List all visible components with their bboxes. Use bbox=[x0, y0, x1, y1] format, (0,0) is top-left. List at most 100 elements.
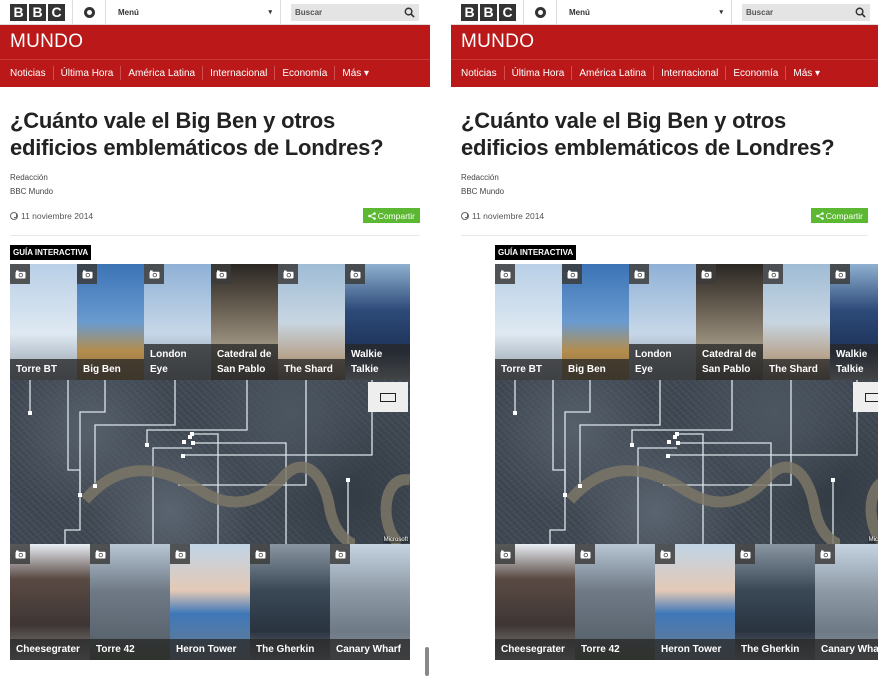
nav-item-internacional[interactable]: Internacional bbox=[210, 68, 267, 79]
landmark-tile-big-ben[interactable]: Big Ben bbox=[562, 264, 629, 380]
map-credit: Microsoft bbox=[867, 537, 878, 543]
photo-button[interactable] bbox=[144, 264, 164, 284]
photo-button[interactable] bbox=[345, 264, 365, 284]
bbc-logo[interactable]: B B C bbox=[10, 3, 65, 21]
photo-button[interactable] bbox=[495, 544, 515, 564]
minimap-viewport bbox=[865, 392, 878, 402]
landmark-tile-london-eye[interactable]: London Eye bbox=[629, 264, 696, 380]
scrollbar-thumb[interactable] bbox=[425, 647, 429, 676]
menu-button[interactable]: Menú ▾ bbox=[557, 8, 731, 17]
divider bbox=[280, 0, 281, 25]
landmark-tile-canary-wharf[interactable]: Canary Wharf bbox=[330, 544, 410, 660]
photo-button[interactable] bbox=[211, 264, 231, 284]
landmark-tile-torre-42[interactable]: Torre 42 bbox=[90, 544, 170, 660]
photo-button[interactable] bbox=[629, 264, 649, 284]
landmark-tile-the-shard[interactable]: The Shard bbox=[763, 264, 830, 380]
share-button[interactable]: Compartir bbox=[810, 208, 868, 223]
satellite-map[interactable]: Microsoft bbox=[495, 380, 878, 544]
landmark-tile-catedral-de-san-pablo[interactable]: Catedral de San Pablo bbox=[696, 264, 763, 380]
nav-item-economia[interactable]: Economía bbox=[733, 68, 778, 79]
nav-item-noticias[interactable]: Noticias bbox=[10, 68, 46, 79]
nav-item-economia[interactable]: Economía bbox=[282, 68, 327, 79]
nav-item-noticias[interactable]: Noticias bbox=[461, 68, 497, 79]
camera-icon bbox=[580, 550, 590, 558]
search-input[interactable]: Buscar bbox=[742, 3, 870, 21]
landmark-tile-cheesegrater[interactable]: Cheesegrater bbox=[495, 544, 575, 660]
leader-line bbox=[631, 380, 733, 445]
nav-item-america-latina[interactable]: América Latina bbox=[128, 68, 195, 79]
search-icon[interactable] bbox=[404, 7, 415, 18]
dateline: 11 noviembre 2014 Compartir bbox=[461, 208, 868, 223]
landmark-tile-canary-wharf[interactable]: Canary Wharf bbox=[815, 544, 878, 660]
landmark-tile-walkie-talkie[interactable]: Walkie Talkie bbox=[830, 264, 878, 380]
logo-letter: C bbox=[499, 3, 516, 21]
photo-button[interactable] bbox=[10, 264, 30, 284]
nav-item-internacional[interactable]: Internacional bbox=[661, 68, 718, 79]
search-input[interactable]: Buscar bbox=[291, 3, 419, 21]
landmark-tile-torre-42[interactable]: Torre 42 bbox=[575, 544, 655, 660]
leader-line bbox=[549, 380, 566, 544]
map-leader-lines bbox=[28, 380, 410, 544]
landmark-tile-the-gherkin[interactable]: The Gherkin bbox=[250, 544, 330, 660]
minimap-button[interactable] bbox=[853, 382, 878, 412]
camera-icon bbox=[634, 270, 644, 278]
menu-button[interactable]: Menú ▾ bbox=[106, 8, 280, 17]
landmark-tile-the-shard[interactable]: The Shard bbox=[278, 264, 345, 380]
photo-button[interactable] bbox=[815, 544, 835, 564]
brand-title[interactable]: MUNDO bbox=[0, 25, 430, 60]
satellite-map[interactable]: Microsoft bbox=[10, 380, 410, 544]
landmark-label: Walkie Talkie bbox=[830, 344, 878, 380]
nav-item-ultima-hora[interactable]: Última Hora bbox=[61, 68, 114, 79]
photo-button[interactable] bbox=[562, 264, 582, 284]
share-button[interactable]: Compartir bbox=[362, 208, 420, 223]
photo-button[interactable] bbox=[735, 544, 755, 564]
landmark-tile-heron-tower[interactable]: Heron Tower bbox=[655, 544, 735, 660]
nav-item-mas[interactable]: Más ▾ bbox=[342, 68, 369, 79]
logo-letter: B bbox=[461, 3, 478, 21]
photo-button[interactable] bbox=[763, 264, 783, 284]
camera-icon bbox=[820, 550, 830, 558]
camera-icon bbox=[15, 270, 25, 278]
camera-icon bbox=[500, 550, 510, 558]
nav-item-ultima-hora[interactable]: Última Hora bbox=[512, 68, 565, 79]
photo-button[interactable] bbox=[655, 544, 675, 564]
account-button[interactable] bbox=[524, 6, 556, 18]
photo-button[interactable] bbox=[170, 544, 190, 564]
photo-button[interactable] bbox=[495, 264, 515, 284]
landmark-tile-torre-bt[interactable]: Torre BT bbox=[10, 264, 77, 380]
logo-letter: B bbox=[29, 3, 46, 21]
landmark-label: London Eye bbox=[629, 344, 696, 380]
brand-title[interactable]: MUNDO bbox=[451, 25, 878, 60]
photo-button[interactable] bbox=[10, 544, 30, 564]
publish-date: 11 noviembre 2014 bbox=[10, 211, 93, 221]
landmark-tile-the-gherkin[interactable]: The Gherkin bbox=[735, 544, 815, 660]
camera-icon bbox=[350, 270, 360, 278]
account-button[interactable] bbox=[73, 6, 105, 18]
landmark-tile-big-ben[interactable]: Big Ben bbox=[77, 264, 144, 380]
minimap-button[interactable] bbox=[368, 382, 408, 412]
landmark-tile-walkie-talkie[interactable]: Walkie Talkie bbox=[345, 264, 410, 380]
photo-button[interactable] bbox=[77, 264, 97, 284]
landmark-tile-torre-bt[interactable]: Torre BT bbox=[495, 264, 562, 380]
photo-button[interactable] bbox=[830, 264, 850, 284]
photo-button[interactable] bbox=[330, 544, 350, 564]
landmark-tile-london-eye[interactable]: London Eye bbox=[144, 264, 211, 380]
camera-icon bbox=[701, 270, 711, 278]
photo-button[interactable] bbox=[696, 264, 716, 284]
photo-button[interactable] bbox=[90, 544, 110, 564]
landmark-label: Heron Tower bbox=[170, 639, 250, 660]
article: ¿Cuánto vale el Big Ben y otros edificio… bbox=[451, 107, 878, 236]
landmark-tile-heron-tower[interactable]: Heron Tower bbox=[170, 544, 250, 660]
nav-item-america-latina[interactable]: América Latina bbox=[579, 68, 646, 79]
photo-button[interactable] bbox=[575, 544, 595, 564]
photo-button[interactable] bbox=[250, 544, 270, 564]
leader-line bbox=[564, 380, 591, 495]
landmark-label: Catedral de San Pablo bbox=[696, 344, 763, 380]
landmark-tile-catedral-de-san-pablo[interactable]: Catedral de San Pablo bbox=[211, 264, 278, 380]
search-icon[interactable] bbox=[855, 7, 866, 18]
bbc-logo[interactable]: B B C bbox=[461, 3, 516, 21]
landmark-tile-cheesegrater[interactable]: Cheesegrater bbox=[10, 544, 90, 660]
interactive-guide: GUÍA INTERACTIVA Torre BT Big Ben London E… bbox=[0, 236, 430, 660]
nav-item-mas[interactable]: Más ▾ bbox=[793, 68, 820, 79]
photo-button[interactable] bbox=[278, 264, 298, 284]
